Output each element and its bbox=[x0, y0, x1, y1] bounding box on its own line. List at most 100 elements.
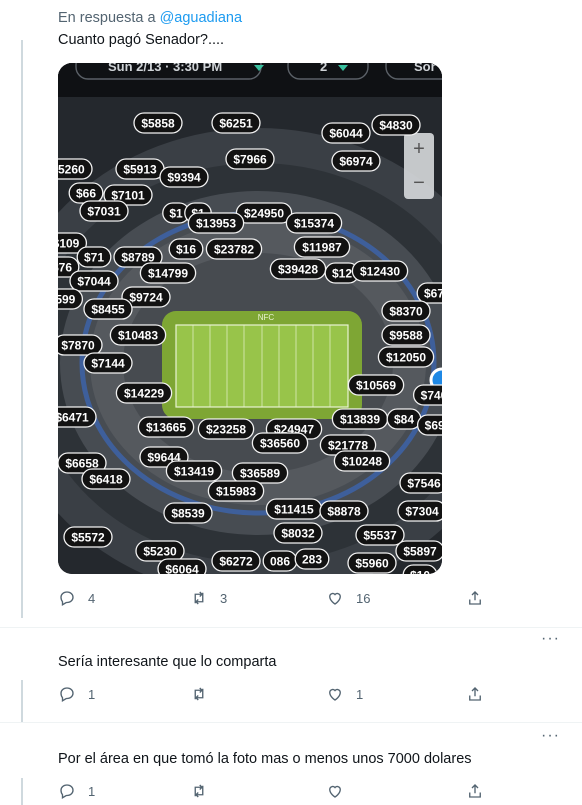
price-tag[interactable]: $71 bbox=[76, 246, 112, 268]
price-tag[interactable]: $23782 bbox=[205, 238, 263, 260]
price-tag[interactable]: $6974 bbox=[331, 150, 381, 172]
price-tag[interactable]: $23258 bbox=[197, 418, 255, 440]
price-tag[interactable]: $11987 bbox=[293, 236, 351, 258]
price-tag-label: $5913 bbox=[123, 163, 157, 177]
price-tag[interactable]: $12050 bbox=[377, 346, 435, 368]
tweet-media-image[interactable]: Sun 2/13 · 3:30 PM 2 Sor NFC + − $5858 $6… bbox=[58, 63, 442, 574]
price-tag[interactable]: $4830 bbox=[371, 114, 421, 136]
price-tag[interactable]: $39428 bbox=[269, 258, 327, 280]
price-tag[interactable]: $12430 bbox=[351, 260, 409, 282]
price-tag[interactable]: $10569 bbox=[347, 374, 405, 396]
price-tag[interactable]: $14799 bbox=[139, 262, 197, 284]
price-tag[interactable]: $5897 bbox=[395, 540, 442, 562]
price-tag-label: $13953 bbox=[196, 217, 236, 231]
price-tag[interactable]: $599 bbox=[58, 288, 84, 310]
price-tag[interactable]: 086 bbox=[262, 550, 298, 572]
price-tag[interactable]: $9588 bbox=[381, 324, 431, 346]
price-tag[interactable]: $8032 bbox=[273, 522, 323, 544]
price-tag-label: $599 bbox=[58, 293, 76, 307]
price-tag[interactable]: 283 bbox=[294, 548, 330, 570]
price-tag[interactable]: $84 bbox=[386, 408, 422, 430]
price-tag[interactable]: $6251 bbox=[211, 112, 261, 134]
price-tag[interactable]: $7044 bbox=[69, 270, 119, 292]
price-tag[interactable]: $5260 bbox=[58, 158, 93, 180]
price-tag[interactable]: $8539 bbox=[163, 502, 213, 524]
price-tag[interactable]: $6272 bbox=[211, 550, 261, 572]
price-tag-label: $7044 bbox=[77, 275, 111, 289]
price-tag[interactable]: $13839 bbox=[331, 408, 389, 430]
ticket-qty-text: 2 bbox=[320, 63, 327, 74]
share-button[interactable] bbox=[466, 782, 484, 800]
reply-button[interactable]: 4 bbox=[58, 589, 95, 607]
zoom-in-icon: + bbox=[413, 138, 425, 160]
price-tag[interactable]: $6418 bbox=[81, 468, 131, 490]
price-tag[interactable]: $13665 bbox=[137, 416, 195, 438]
price-tag[interactable]: $13953 bbox=[187, 212, 245, 234]
heart-icon bbox=[329, 688, 341, 701]
price-tag[interactable]: $5960 bbox=[347, 552, 397, 574]
price-tag[interactable]: $67 bbox=[416, 282, 442, 304]
price-tag[interactable]: $6044 bbox=[321, 122, 371, 144]
zoom-out-icon: − bbox=[413, 172, 425, 194]
price-tag-label: $5230 bbox=[143, 545, 177, 559]
like-count: 16 bbox=[356, 590, 371, 606]
price-tag[interactable]: $9394 bbox=[159, 166, 209, 188]
price-tag[interactable]: $690 bbox=[416, 414, 442, 436]
price-tag[interactable]: $15983 bbox=[207, 480, 265, 502]
thread-line bbox=[21, 778, 23, 805]
price-tag-label: $12050 bbox=[386, 351, 426, 365]
price-tag-label: $11415 bbox=[274, 503, 314, 517]
price-tag[interactable]: $24950 bbox=[235, 202, 293, 224]
price-tag-label: $84 bbox=[394, 413, 414, 427]
heart-icon bbox=[329, 785, 341, 798]
price-tag[interactable]: $7031 bbox=[79, 200, 129, 222]
price-tag[interactable]: $5572 bbox=[63, 526, 113, 548]
retweet-button[interactable] bbox=[190, 685, 220, 703]
more-options-button[interactable]: ··· bbox=[541, 727, 560, 745]
price-tag[interactable]: $10 bbox=[402, 564, 438, 574]
price-tag-label: $11987 bbox=[302, 241, 342, 255]
share-button[interactable] bbox=[466, 589, 484, 607]
like-button[interactable]: 16 bbox=[326, 589, 370, 607]
price-tag[interactable]: $36589 bbox=[231, 462, 289, 484]
price-tag[interactable]: $66 bbox=[68, 182, 104, 204]
price-tag[interactable]: $11415 bbox=[265, 498, 323, 520]
price-tag[interactable]: $13419 bbox=[165, 460, 223, 482]
price-tag[interactable]: $10483 bbox=[109, 324, 167, 346]
price-tag-label: $10483 bbox=[118, 329, 158, 343]
retweet-button[interactable]: 3 bbox=[190, 589, 227, 607]
price-tag-label: $10248 bbox=[342, 455, 382, 469]
price-tag-label: $1 bbox=[169, 207, 183, 221]
reply-button[interactable]: 1 bbox=[58, 782, 95, 800]
price-tag[interactable]: $36560 bbox=[251, 432, 309, 454]
price-tag[interactable]: $8370 bbox=[381, 300, 431, 322]
price-tag-label: $9394 bbox=[167, 171, 201, 185]
price-tag[interactable]: $14229 bbox=[115, 382, 173, 404]
price-tag-label: $7144 bbox=[91, 357, 125, 371]
price-tag[interactable]: $7546 bbox=[399, 472, 442, 494]
price-tag[interactable]: $5230 bbox=[135, 540, 185, 562]
price-tag[interactable]: $7966 bbox=[225, 148, 275, 170]
retweet-button[interactable] bbox=[190, 782, 220, 800]
price-tag[interactable]: $7144 bbox=[83, 352, 133, 374]
price-tag[interactable]: $5537 bbox=[355, 524, 405, 546]
more-options-button[interactable]: ··· bbox=[541, 630, 560, 648]
like-button[interactable] bbox=[326, 782, 356, 800]
like-button[interactable]: 1 bbox=[326, 685, 363, 703]
price-tag[interactable]: $10248 bbox=[333, 450, 391, 472]
price-tag[interactable]: $6064 bbox=[157, 558, 207, 574]
price-tag[interactable]: $740 bbox=[412, 384, 442, 406]
price-tag[interactable]: $16 bbox=[168, 238, 204, 260]
reply-handle-link[interactable]: @aguadiana bbox=[160, 10, 242, 26]
price-tag[interactable]: $8455 bbox=[83, 298, 133, 320]
share-button[interactable] bbox=[466, 685, 484, 703]
price-tag[interactable]: $15374 bbox=[285, 212, 343, 234]
price-tag[interactable]: $6471 bbox=[58, 406, 97, 428]
price-tag[interactable]: $7870 bbox=[58, 334, 103, 356]
reply-icon bbox=[60, 687, 74, 702]
price-tag[interactable]: $5858 bbox=[133, 112, 183, 134]
price-tag[interactable]: $7304 bbox=[397, 500, 442, 522]
price-tag[interactable]: $5913 bbox=[115, 158, 165, 180]
price-tag[interactable]: $8878 bbox=[319, 500, 369, 522]
reply-button[interactable]: 1 bbox=[58, 685, 95, 703]
